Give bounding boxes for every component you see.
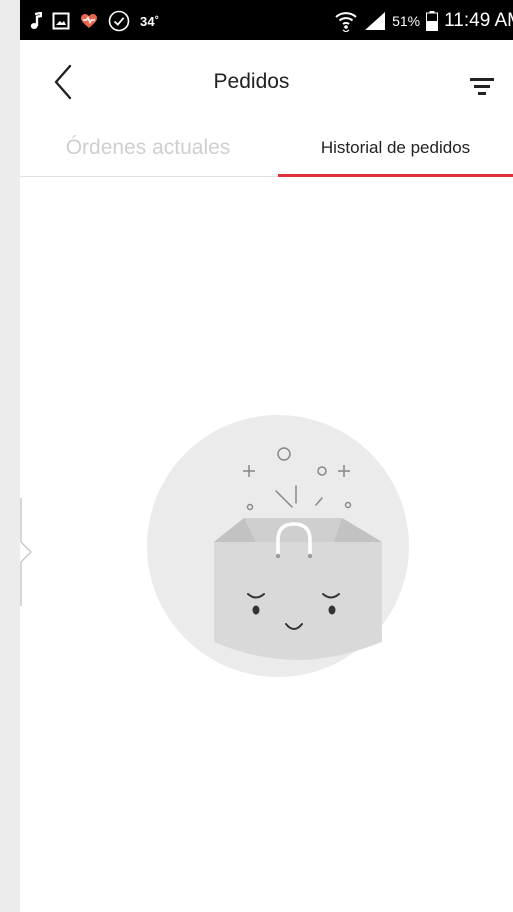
app-screen: 34˚ 51% 11:49 A Pedidos Órdenes actuales… [20, 0, 513, 912]
chevron-right-icon [20, 498, 32, 606]
side-drawer-handle[interactable] [20, 498, 32, 606]
temperature-text: 34˚ [140, 13, 160, 29]
tab-order-history-label: Historial de pedidos [320, 138, 471, 157]
tab-bar: Órdenes actuales Historial de pedidos [20, 130, 513, 177]
tab-order-history[interactable]: Historial de pedidos [278, 130, 513, 177]
status-bar: 34˚ 51% 11:49 A [20, 0, 513, 40]
tab-current-orders-label: Órdenes actuales [65, 136, 231, 159]
filter-button[interactable] [468, 74, 496, 98]
status-bar-left: 34˚ [30, 10, 159, 32]
app-header: Pedidos [20, 40, 513, 130]
filter-icon [470, 78, 494, 95]
battery-icon [426, 11, 439, 31]
tab-current-orders[interactable]: Órdenes actuales [20, 130, 276, 176]
gallery-icon [52, 12, 70, 30]
battery-percent-text: 51% [392, 13, 421, 29]
empty-state-illustration [146, 414, 410, 678]
music-note-icon [30, 12, 42, 30]
wifi-icon [334, 10, 358, 32]
page-title: Pedidos [213, 70, 290, 93]
health-heart-icon [80, 13, 98, 29]
empty-shopping-bag-icon [147, 415, 409, 677]
check-circle-icon [108, 10, 130, 32]
clock-text: 11:49 AM [444, 10, 513, 31]
status-bar-right: 51% 11:49 AM [334, 10, 513, 32]
signal-icon [364, 11, 386, 31]
active-tab-indicator [278, 174, 513, 177]
